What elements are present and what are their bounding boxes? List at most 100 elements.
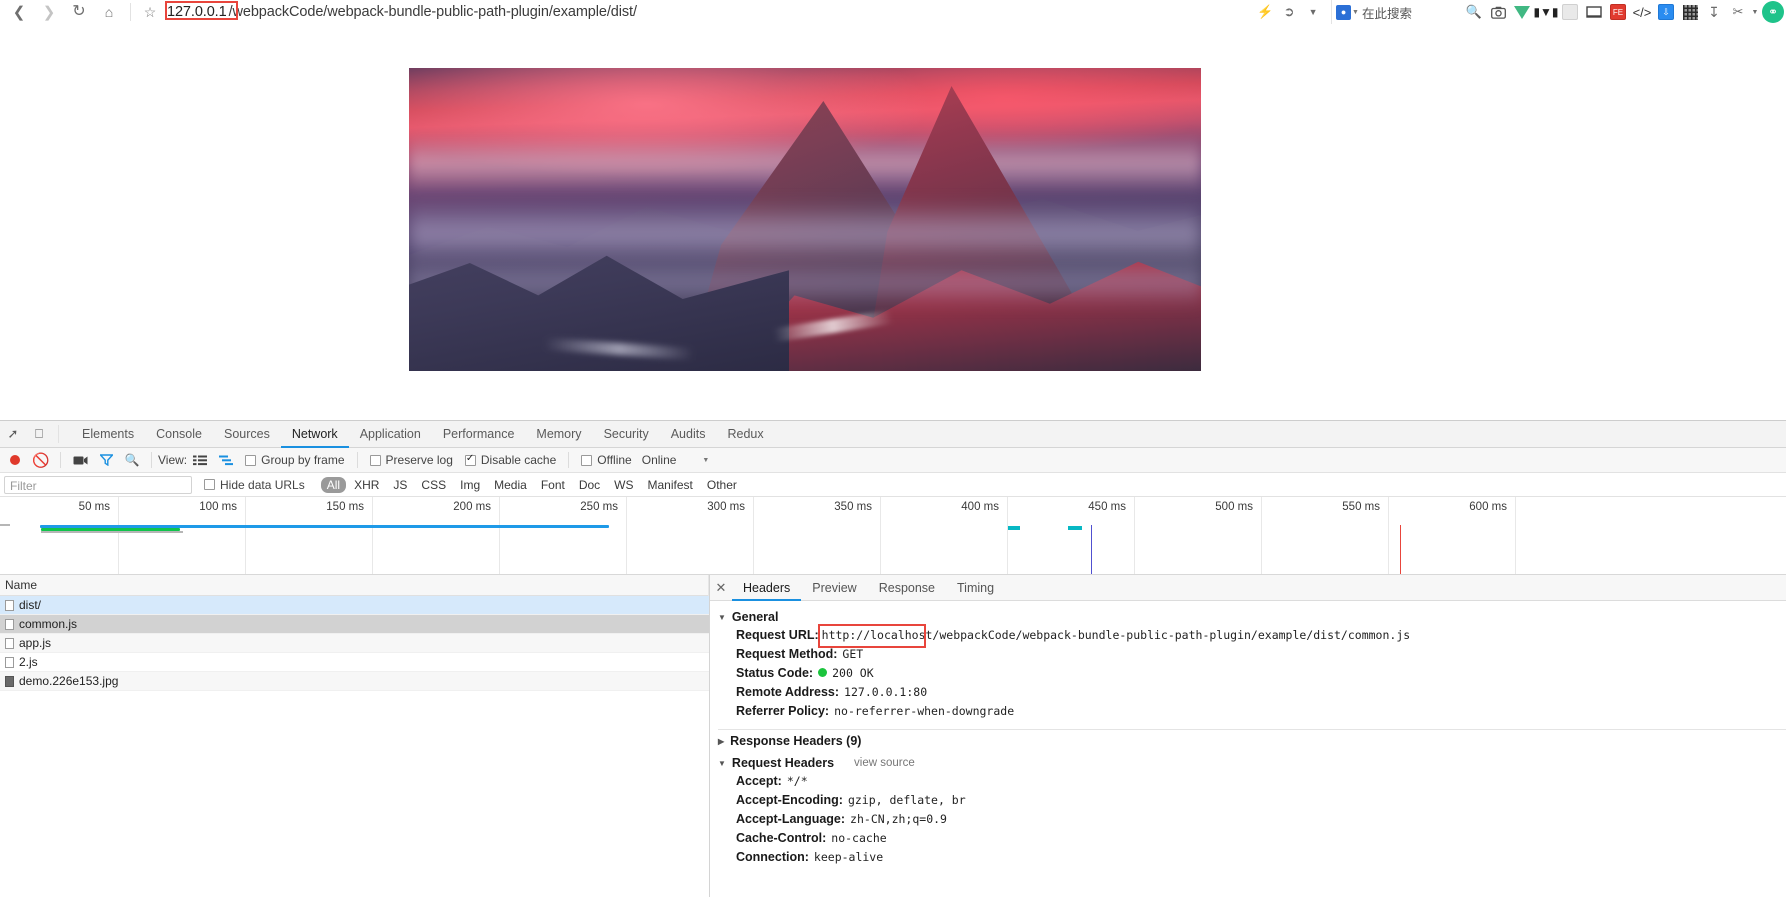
back-icon[interactable]: ❮ — [4, 0, 34, 24]
detail-tab-preview[interactable]: Preview — [801, 575, 867, 601]
device-toolbar-icon[interactable]: ⎕ — [26, 421, 52, 447]
grey-box-icon[interactable] — [1558, 0, 1582, 24]
throttling-caret-icon[interactable]: ▼ — [702, 457, 709, 464]
list-glyph — [193, 455, 208, 465]
filter-type-ws[interactable]: WS — [608, 477, 639, 493]
tab-performance[interactable]: Performance — [432, 421, 526, 448]
chevron-down-icon: ▼ — [718, 758, 726, 768]
view-source-link[interactable]: view source — [854, 757, 915, 769]
browser-search-box[interactable]: ● ▼ 在此搜索 — [1331, 0, 1416, 24]
vue-devtools-icon[interactable] — [1510, 0, 1534, 24]
share-icon[interactable]: ➲ — [1277, 0, 1301, 24]
tab-elements[interactable]: Elements — [71, 421, 145, 448]
request-headers-section-header[interactable]: ▼ Request Headers view source — [718, 756, 1786, 770]
overview-tick-label: 250 ms — [580, 501, 618, 513]
response-headers-section-header[interactable]: ▶ Response Headers (9) — [718, 734, 1786, 748]
address-bar[interactable]: 127.0.0.1/webpackCode/webpack-bundle-pub… — [165, 0, 637, 24]
disable-cache-label: Disable cache — [480, 453, 557, 467]
filter-type-media[interactable]: Media — [488, 477, 533, 493]
request-name: common.js — [19, 617, 78, 631]
ruler-icon[interactable]: ▮▼▮ — [1533, 0, 1558, 24]
window-icon[interactable] — [1582, 0, 1606, 24]
tab-application[interactable]: Application — [349, 421, 432, 448]
search-icon[interactable]: 🔍 — [1462, 0, 1486, 24]
download-icon[interactable]: ↧ — [1702, 0, 1726, 24]
table-row[interactable]: 2.js — [0, 653, 709, 672]
column-header-name[interactable]: Name — [0, 574, 709, 596]
bookmark-star-icon[interactable]: ☆ — [137, 0, 163, 24]
tab-audits[interactable]: Audits — [660, 421, 717, 448]
script-icon — [5, 637, 14, 649]
detail-tab-bar: ✕ Headers Preview Response Timing — [710, 575, 1786, 601]
detail-tab-headers[interactable]: Headers — [732, 575, 801, 601]
disable-cache-checkbox[interactable]: Disable cache — [464, 453, 557, 467]
record-icon[interactable] — [2, 447, 28, 473]
home-icon[interactable]: ⌂ — [94, 0, 124, 24]
table-row[interactable]: common.js — [0, 615, 709, 634]
overview-tick-label: 400 ms — [961, 501, 999, 513]
overview-gridline — [372, 497, 373, 574]
group-by-frame-checkbox[interactable]: Group by frame — [245, 453, 345, 467]
lightning-icon[interactable]: ⚡ — [1253, 0, 1277, 24]
fe-helper-icon[interactable]: FE — [1606, 0, 1630, 24]
filter-type-xhr[interactable]: XHR — [348, 477, 385, 493]
waterfall-view-icon[interactable] — [213, 447, 239, 473]
table-row[interactable]: demo.226e153.jpg — [0, 672, 709, 691]
detail-tab-response[interactable]: Response — [868, 575, 946, 601]
tab-redux[interactable]: Redux — [716, 421, 774, 448]
tab-memory[interactable]: Memory — [525, 421, 592, 448]
inspect-element-icon[interactable]: ➚ — [0, 421, 26, 447]
table-row[interactable]: app.js — [0, 634, 709, 653]
forward-icon[interactable]: ❯ — [34, 0, 64, 24]
toolbar-sep-3 — [356, 452, 358, 468]
filter-type-img[interactable]: Img — [454, 477, 486, 493]
filter-type-other[interactable]: Other — [701, 477, 743, 493]
filter-type-css[interactable]: CSS — [415, 477, 452, 493]
preserve-log-checkbox[interactable]: Preserve log — [369, 453, 453, 467]
overview-tick-label: 300 ms — [707, 501, 745, 513]
tab-network[interactable]: Network — [281, 421, 349, 448]
search-icon[interactable]: 🔍 — [119, 447, 145, 473]
filter-type-font[interactable]: Font — [535, 477, 571, 493]
filter-type-js[interactable]: JS — [387, 477, 413, 493]
tab-sources[interactable]: Sources — [213, 421, 281, 448]
tab-console[interactable]: Console — [145, 421, 213, 448]
hide-data-urls-checkbox[interactable]: Hide data URLs — [204, 478, 305, 492]
scissors-icon[interactable]: ✂ — [1726, 0, 1750, 24]
offline-checkbox[interactable]: Offline — [581, 453, 632, 467]
tab-security[interactable]: Security — [593, 421, 660, 448]
filter-type-all[interactable]: All — [320, 476, 347, 493]
referrer-policy-row: Referrer Policy: no-referrer-when-downgr… — [736, 704, 1786, 723]
throttling-label[interactable]: Online — [642, 453, 677, 467]
list-view-icon[interactable] — [187, 447, 213, 473]
filter-icon[interactable] — [93, 447, 119, 473]
general-section-header[interactable]: ▼ General — [718, 610, 1786, 624]
download-manager-icon[interactable]: ⇩ — [1654, 0, 1678, 24]
disable-cache-box[interactable] — [464, 453, 476, 466]
filter-input[interactable]: Filter — [4, 475, 192, 494]
filter-type-manifest[interactable]: Manifest — [642, 477, 699, 493]
status-badge — [818, 668, 828, 677]
devtools-tab-list: Elements Console Sources Network Applica… — [71, 421, 775, 448]
camera-icon[interactable] — [1486, 0, 1510, 24]
filter-type-doc[interactable]: Doc — [573, 477, 606, 493]
qr-code-icon[interactable] — [1678, 0, 1702, 24]
group-by-frame-box[interactable] — [245, 454, 257, 466]
wechat-icon[interactable]: ⚭ — [1760, 0, 1786, 24]
table-row[interactable]: dist/ — [0, 596, 709, 615]
reload-icon[interactable]: ↻ — [64, 0, 94, 24]
preserve-log-box[interactable] — [369, 454, 381, 466]
detail-tab-timing[interactable]: Timing — [946, 575, 1005, 601]
close-icon[interactable]: ✕ — [710, 575, 732, 601]
camera-icon[interactable] — [67, 447, 93, 473]
network-overview-timeline[interactable]: 50 ms 100 ms 150 ms 200 ms 250 ms 300 ms… — [0, 497, 1786, 575]
chevron-down-icon[interactable]: ▼ — [1301, 0, 1325, 24]
clear-icon[interactable]: 🚫 — [28, 447, 54, 473]
search-engine-caret-icon[interactable]: ▼ — [1352, 9, 1359, 16]
hide-data-urls-box[interactable] — [204, 479, 215, 490]
scissors-caret-icon[interactable]: ▼ — [1750, 0, 1760, 24]
offline-box[interactable] — [581, 454, 593, 466]
code-icon[interactable]: </> — [1630, 0, 1654, 24]
image-icon — [5, 675, 14, 687]
network-toolbar: 🚫 🔍 View: Group by frame Preserve log ✓ … — [0, 448, 1786, 473]
